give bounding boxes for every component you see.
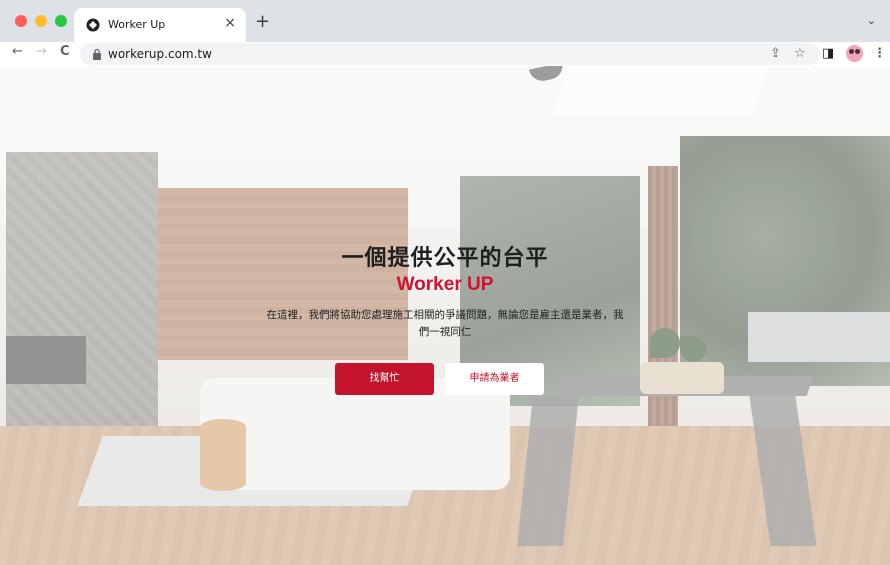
back-arrow-icon[interactable]: ← bbox=[12, 44, 23, 59]
hero-headline: 一個提供公平的台平 bbox=[341, 246, 549, 271]
minimize-window-button[interactable] bbox=[35, 15, 47, 27]
url-text: workerup.com.tw bbox=[108, 47, 212, 61]
tab-close-icon[interactable]: × bbox=[224, 15, 236, 31]
brand-title: Worker UP bbox=[396, 274, 494, 295]
forward-arrow-icon[interactable]: → bbox=[36, 44, 47, 59]
reload-icon[interactable]: C bbox=[60, 44, 70, 59]
profile-avatar[interactable] bbox=[846, 45, 863, 62]
window-controls bbox=[15, 15, 67, 27]
side-panel-icon[interactable]: ◨ bbox=[822, 46, 834, 61]
browser-toolbar: ← → C workerup.com.tw ⇪ ☆ ◨ ⋮ bbox=[0, 42, 890, 66]
tab-title: Worker Up bbox=[108, 18, 166, 31]
address-bar[interactable]: workerup.com.tw bbox=[80, 43, 820, 65]
hero-content: 一個提供公平的台平 Worker UP 在這裡，我們將協助您處理施工相關的爭議問… bbox=[0, 240, 890, 341]
bookmark-star-icon[interactable]: ☆ bbox=[794, 46, 806, 61]
browser-menu-icon[interactable]: ⋮ bbox=[873, 46, 886, 61]
browser-tab[interactable]: Worker Up × bbox=[74, 8, 246, 42]
find-help-button[interactable]: 找幫忙 bbox=[335, 363, 434, 395]
browser-tab-bar: Worker Up × + ⌄ bbox=[0, 0, 890, 42]
tab-search-chevron-icon[interactable]: ⌄ bbox=[867, 14, 876, 27]
hero-section: 一個提供公平的台平 Worker UP 在這裡，我們將協助您處理施工相關的爭議問… bbox=[0, 66, 890, 565]
share-icon[interactable]: ⇪ bbox=[770, 46, 781, 61]
avatar-eye-icon bbox=[855, 49, 860, 54]
new-tab-button[interactable]: + bbox=[255, 11, 270, 32]
avatar-eye-icon bbox=[849, 49, 854, 54]
maximize-window-button[interactable] bbox=[55, 15, 67, 27]
hero-description: 在這裡，我們將協助您處理施工相關的爭議問題，無論您是雇主還是業者，我們一視同仁 bbox=[266, 309, 624, 338]
site-favicon-icon bbox=[86, 18, 100, 32]
close-window-button[interactable] bbox=[15, 15, 27, 27]
apply-contractor-button[interactable]: 申請為業者 bbox=[445, 363, 544, 395]
lock-icon bbox=[93, 48, 101, 60]
